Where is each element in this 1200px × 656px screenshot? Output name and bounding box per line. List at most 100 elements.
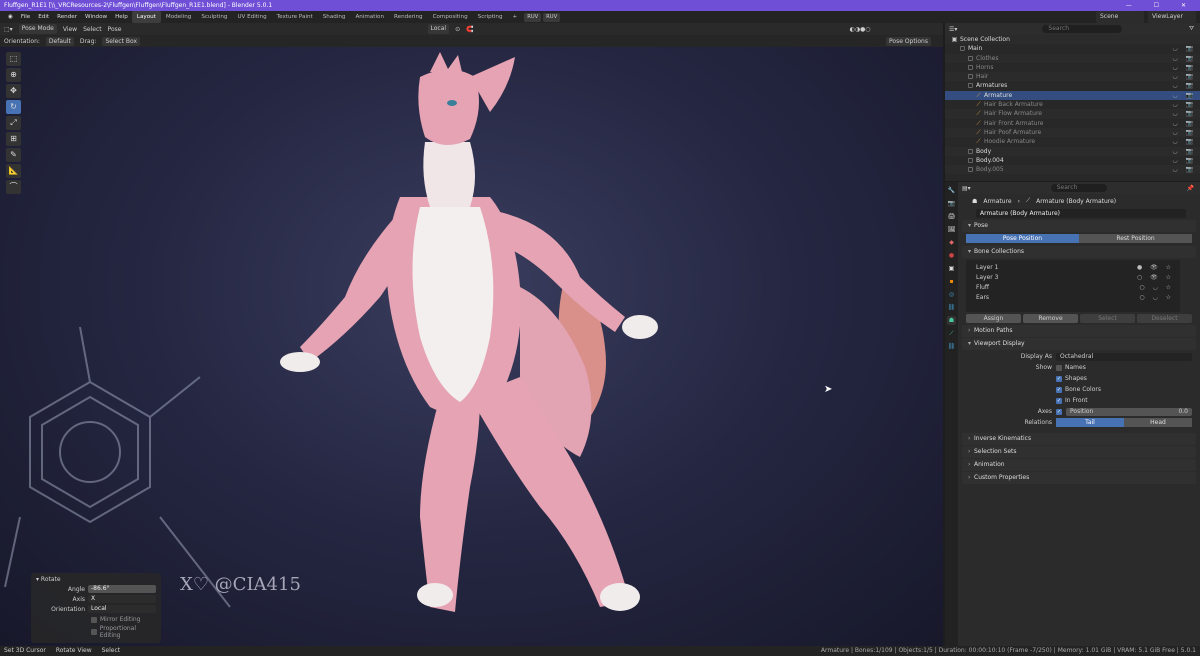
bone-constraints-tab-icon[interactable]: ⛓: [947, 342, 956, 351]
tab-scripting[interactable]: Scripting: [473, 11, 508, 23]
angle-field[interactable]: -86.6°: [88, 585, 156, 593]
outliner-row[interactable]: ⟋ Hoodie Armature ◡ 📷: [945, 137, 1200, 146]
visibility-toggle-icons[interactable]: ◡ 📷: [1172, 100, 1196, 109]
pose-panel-header[interactable]: ▾ Pose: [962, 220, 1196, 232]
tab-rendering[interactable]: Rendering: [389, 11, 428, 23]
tab-layout[interactable]: Layout: [131, 11, 161, 23]
output-tab-icon[interactable]: 🖨: [947, 212, 956, 221]
scene-selector[interactable]: Scene: [1096, 11, 1144, 23]
scene-tab-icon[interactable]: ◆: [947, 238, 956, 247]
axis-dropdown[interactable]: X: [88, 595, 156, 603]
visibility-toggle-icons[interactable]: ◡ 📷: [1172, 44, 1196, 53]
tab-compositing[interactable]: Compositing: [428, 11, 473, 23]
visibility-toggle-icons[interactable]: ◡ 📷: [1172, 156, 1196, 165]
axes-checkbox[interactable]: [1056, 408, 1062, 415]
list-item[interactable]: Layer 1 ● 👁 ☆: [966, 263, 1180, 273]
selection-sets-panel-header[interactable]: › Selection Sets: [962, 446, 1196, 458]
bone-colors-checkbox[interactable]: [1056, 386, 1062, 393]
outliner-row[interactable]: ▣ Scene Collection: [945, 35, 1200, 45]
motion-paths-panel-header[interactable]: › Motion Paths: [962, 325, 1196, 337]
snap-icon[interactable]: 🧲: [466, 26, 473, 33]
outliner-row[interactable]: ▢ Armatures ◡ 📷: [945, 81, 1200, 90]
inverse-kinematics-panel-header[interactable]: › Inverse Kinematics: [962, 433, 1196, 445]
list-item[interactable]: Ears ○ ◡ ☆: [966, 293, 1180, 303]
outliner-search-input[interactable]: Search: [1042, 25, 1123, 33]
blender-logo-icon[interactable]: ◉: [4, 11, 17, 23]
armature-data-name-field[interactable]: Armature (Body Armature): [976, 209, 1186, 218]
visibility-toggle-icons[interactable]: ◡ 📷: [1172, 147, 1196, 156]
visibility-toggle-icons[interactable]: ◡ 📷: [1172, 72, 1196, 81]
names-checkbox[interactable]: [1056, 364, 1062, 371]
annotate-tool-icon[interactable]: ✎: [6, 148, 21, 162]
rest-position-button[interactable]: Rest Position: [1079, 234, 1192, 243]
pin-icon[interactable]: 📌: [1187, 185, 1194, 192]
bone-collections-panel-header[interactable]: ▾ Bone Collections: [962, 246, 1196, 258]
menu-help[interactable]: Help: [111, 11, 132, 23]
visibility-toggle-icons[interactable]: ◡ 📷: [1172, 137, 1196, 146]
world-tab-icon[interactable]: ●: [947, 251, 956, 260]
measure-tool-icon[interactable]: 📐: [6, 164, 21, 178]
view-layer-tab-icon[interactable]: 🖼: [947, 225, 956, 234]
transform-tool-icon[interactable]: ⊞: [6, 132, 21, 146]
3d-viewport[interactable]: X♡ @CIA415 ➤: [0, 47, 943, 646]
outliner-row[interactable]: ▢ Body.005 ◡ 📷: [945, 165, 1200, 175]
custom-properties-panel-header[interactable]: › Custom Properties: [962, 472, 1196, 484]
bone-tool-icon[interactable]: ⌒: [6, 180, 21, 194]
outliner-row[interactable]: ⟋ Hair Back Armature ◡ 📷: [945, 100, 1200, 109]
menu-file[interactable]: File: [17, 11, 34, 23]
menu-render[interactable]: Render: [53, 11, 81, 23]
view-menu[interactable]: View: [63, 26, 77, 33]
armature-data-tab-icon[interactable]: ☗: [947, 316, 956, 325]
shapes-checkbox[interactable]: [1056, 375, 1062, 382]
viewport-display-panel-header[interactable]: ▾ Viewport Display: [962, 338, 1196, 350]
pose-position-button[interactable]: Pose Position: [966, 234, 1079, 243]
object-tab-icon[interactable]: ▪: [947, 277, 956, 286]
transform-orientation[interactable]: Local: [427, 24, 450, 34]
list-item[interactable]: Layer 3 ○ 👁 ☆: [966, 273, 1180, 283]
mode-selector[interactable]: Pose Mode: [18, 24, 57, 34]
remove-button[interactable]: Remove: [1023, 314, 1078, 323]
outliner-row[interactable]: ▢ Horns ◡ 📷: [945, 63, 1200, 72]
visibility-toggle-icons[interactable]: ◡ 📷: [1172, 63, 1196, 72]
outliner-row[interactable]: ▢ Main ◡ 📷: [945, 44, 1200, 53]
rotate-tool-icon[interactable]: ↻: [6, 100, 21, 114]
menu-window[interactable]: Window: [81, 11, 111, 23]
move-tool-icon[interactable]: ✥: [6, 84, 21, 98]
visibility-icons[interactable]: ○ 👁 ☆: [1137, 273, 1174, 283]
bone-tab-icon[interactable]: ⟋: [947, 329, 956, 338]
visibility-toggle-icons[interactable]: ◡ 📷: [1172, 119, 1196, 128]
deselect-button[interactable]: Deselect: [1137, 314, 1192, 323]
scale-tool-icon[interactable]: ⤢: [6, 116, 21, 130]
pivot-icon[interactable]: ⊙: [455, 26, 460, 33]
collection-tab-icon[interactable]: ▣: [947, 264, 956, 273]
outliner-row[interactable]: ▢ Clothes ◡ 📷: [945, 53, 1200, 63]
animation-panel-header[interactable]: › Animation: [962, 459, 1196, 471]
constraints-tab-icon[interactable]: ⛓: [947, 303, 956, 312]
pose-menu[interactable]: Pose: [108, 26, 122, 33]
outliner-row[interactable]: ▢ Body.004 ◡ 📷: [945, 156, 1200, 165]
outliner-editor-icon[interactable]: ☰▾: [949, 26, 957, 33]
in-front-checkbox[interactable]: [1056, 397, 1062, 404]
tab-modeling[interactable]: Modeling: [161, 11, 196, 23]
display-as-dropdown[interactable]: Octahedral: [1056, 352, 1192, 361]
physics-tab-icon[interactable]: ◎: [947, 290, 956, 299]
properties-search-input[interactable]: Search: [1050, 184, 1107, 192]
pose-options-button[interactable]: Pose Options: [886, 36, 931, 46]
view-layer-selector[interactable]: ViewLayer: [1148, 11, 1196, 23]
editor-type-icon[interactable]: ⬚▾: [4, 26, 13, 33]
properties-editor-icon[interactable]: ▤▾: [962, 185, 971, 192]
filter-icon[interactable]: ⛛: [1189, 25, 1194, 33]
relations-tail-button[interactable]: Tail: [1056, 418, 1124, 427]
render-tab-icon[interactable]: 📷: [947, 199, 956, 208]
rotate-panel-title[interactable]: ▾ Rotate: [36, 576, 156, 583]
tab-texture-paint[interactable]: Texture Paint: [272, 11, 318, 23]
ruv-button-2[interactable]: RUV: [543, 12, 561, 22]
outliner-row[interactable]: ⟋ Hair Front Armature ◡ 📷: [945, 119, 1200, 128]
mirror-editing-checkbox[interactable]: [91, 616, 97, 623]
outliner-row[interactable]: ⟋ Armature ◡ 📷: [945, 90, 1200, 101]
axes-position-field[interactable]: Position 0.0: [1066, 407, 1192, 416]
visibility-toggle-icons[interactable]: ◡ 📷: [1172, 81, 1196, 90]
visibility-icons[interactable]: ○ ◡ ☆: [1139, 293, 1174, 303]
add-workspace-icon[interactable]: +: [508, 11, 523, 23]
visibility-icons[interactable]: ○ ◡ ☆: [1139, 283, 1174, 293]
